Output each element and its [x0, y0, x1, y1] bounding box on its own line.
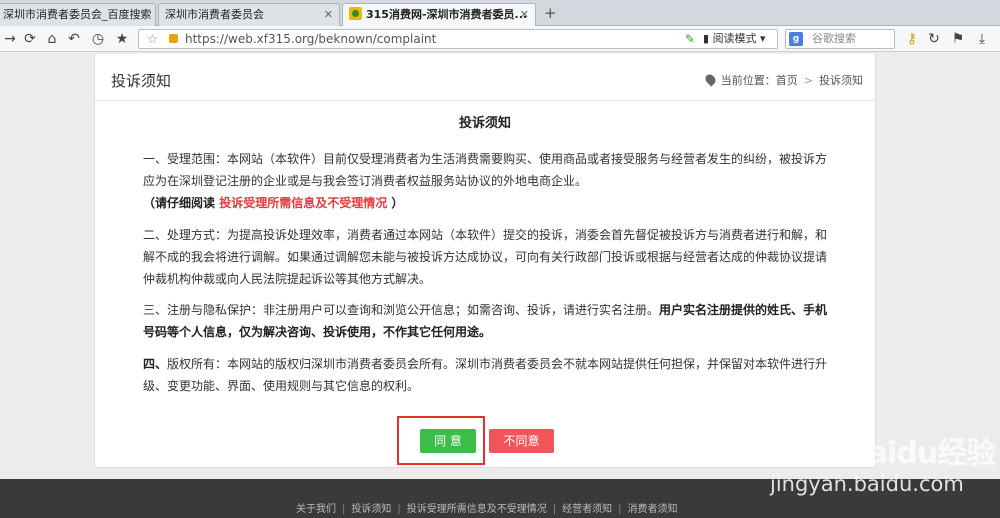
footer-link-operator-notice[interactable]: 经营者须知 — [562, 504, 612, 515]
tab-title: 深圳市消费者委员会_百度搜索 — [3, 8, 152, 21]
read-note-close: ） — [387, 196, 404, 210]
site-favicon-icon — [349, 7, 362, 20]
footer-separator: | — [552, 504, 557, 515]
page-title: 投诉须知 — [111, 72, 172, 90]
watermark-url: jingyan.baidu.com — [770, 472, 964, 496]
footer-separator: | — [342, 504, 346, 515]
reading-mode-label: 阅读模式 — [712, 32, 757, 45]
handling-text: 二、处理方式：为提高投诉处理效率，消费者通过本网站（本软件）提交的投诉，消委会首… — [143, 228, 828, 286]
breadcrumb-home[interactable]: 首页 — [776, 74, 798, 87]
privacy-text: 三、注册与隐私保护：非注册用户可以查询和浏览公开信息；如需咨询、投诉，请进行实名… — [143, 303, 660, 317]
notice-copyright: 四、版权所有：本网站的版权归深圳市消费者委员会所有。深圳市消费者委员会不就本网站… — [143, 353, 833, 397]
footer-link-complaint-notice[interactable]: 投诉须知 — [351, 504, 391, 515]
browser-tab-complaint[interactable]: 315消费网-深圳市消费者委员... ✕ — [342, 3, 536, 27]
footer-link-consumer-notice[interactable]: 消费者须知 — [628, 504, 678, 515]
disagree-button[interactable]: 不同意 — [489, 429, 554, 453]
breadcrumb-prefix: 当前位置： — [720, 74, 776, 87]
close-icon[interactable]: ✕ — [324, 4, 333, 25]
notice-scope: 一、受理范围：本网站（本软件）目前仅受理消费者为生活消费需要购买、使用商品或者接… — [143, 148, 833, 214]
leaf-icon[interactable]: ✎ — [685, 30, 695, 48]
scope-text: 一、受理范围：本网站（本软件）目前仅受理消费者为生活消费需要购买、使用商品或者接… — [143, 152, 828, 188]
bookmark-star-icon[interactable]: ★ — [112, 29, 132, 49]
key-icon[interactable]: ⚷ — [902, 29, 922, 49]
favorite-star-icon[interactable]: ☆ — [147, 30, 158, 48]
url-text[interactable]: https://web.xf315.org/beknown/complaint — [185, 30, 436, 48]
card-header: 投诉须知 当前位置：首页 > 投诉须知 — [95, 54, 875, 101]
footer-link-about[interactable]: 关于我们 — [296, 504, 336, 515]
location-pin-icon — [703, 72, 718, 87]
footer-separator: | — [397, 504, 401, 515]
breadcrumb-separator: > — [803, 74, 813, 87]
browser-tab-strip: 深圳市消费者委员会_百度搜索 ✕ 深圳市消费者委员会 ✕ 315消费网-深圳市消… — [0, 0, 1000, 27]
reading-mode-button[interactable]: ▮ 阅读模式 ▾ — [703, 30, 766, 48]
undo-icon[interactable]: ↶ — [64, 29, 84, 49]
agree-button[interactable]: 同 意 — [420, 429, 476, 453]
refresh-green-icon[interactable]: ↻ — [924, 29, 944, 49]
receivable-info-link[interactable]: 投诉受理所需信息及不受理情况 — [219, 196, 387, 210]
tab-title: 315消费网-深圳市消费者委员... — [366, 8, 528, 21]
download-icon[interactable]: ⤓ — [972, 29, 992, 49]
footer-link-receivable-info[interactable]: 投诉受理所需信息及不受理情况 — [407, 504, 547, 515]
new-tab-button[interactable]: + — [544, 4, 557, 22]
google-icon[interactable]: g — [789, 32, 803, 46]
baidu-watermark: Baidu经验 jingyan.baidu.com — [770, 412, 1000, 518]
complaint-notice-card: 投诉须知 当前位置：首页 > 投诉须知 投诉须知 一、受理范围：本网站（本软件）目前… — [94, 54, 876, 468]
lock-icon — [169, 34, 178, 43]
browser-nav-bar: → ⟳ ⌂ ↶ ◷ ★ ☆ https://web.xf315.org/bekn… — [0, 26, 1000, 52]
home-icon[interactable]: ⌂ — [42, 29, 62, 49]
notice-privacy: 三、注册与隐私保护：非注册用户可以查询和浏览公开信息；如需咨询、投诉，请进行实名… — [143, 299, 833, 343]
watermark-brand: Baidu经验 — [846, 436, 996, 471]
close-icon[interactable]: ✕ — [140, 4, 149, 25]
notice-handling: 二、处理方式：为提高投诉处理效率，消费者通过本网站（本软件）提交的投诉，消委会首… — [143, 224, 833, 290]
back-icon[interactable]: → — [0, 29, 20, 49]
breadcrumb: 当前位置：首页 > 投诉须知 — [703, 72, 863, 88]
breadcrumb-current: 投诉须知 — [819, 74, 863, 87]
browser-tab-szcc[interactable]: 深圳市消费者委员会 ✕ — [158, 3, 340, 26]
read-note-open: （请仔细阅读 — [143, 196, 220, 210]
baidu-paw-icon — [803, 414, 841, 460]
footer-separator: | — [618, 504, 622, 515]
address-bar[interactable]: ☆ https://web.xf315.org/beknown/complain… — [138, 29, 778, 49]
copyright-text: 版权所有：本网站的版权归深圳市消费者委员会所有。深圳市消费者委员会不就本网站提供… — [143, 357, 828, 393]
close-icon[interactable]: ✕ — [520, 4, 529, 25]
browser-tab-baidu-search[interactable]: 深圳市消费者委员会_百度搜索 ✕ — [0, 3, 156, 26]
extension-icon[interactable]: ⚑ — [948, 29, 968, 49]
search-box[interactable]: g 谷歌搜索 — [785, 29, 895, 49]
search-input[interactable]: 谷歌搜索 — [812, 30, 856, 48]
notice-title: 投诉须知 — [458, 116, 511, 131]
tab-title: 深圳市消费者委员会 — [165, 8, 264, 21]
copyright-number: 四、 — [143, 357, 168, 371]
reload-icon[interactable]: ⟳ — [20, 29, 40, 49]
footer-links: 关于我们 | 投诉须知 | 投诉受理所需信息及不受理情况 | 经营者须知 | 消费者须知 — [296, 500, 678, 515]
history-icon[interactable]: ◷ — [88, 29, 108, 49]
